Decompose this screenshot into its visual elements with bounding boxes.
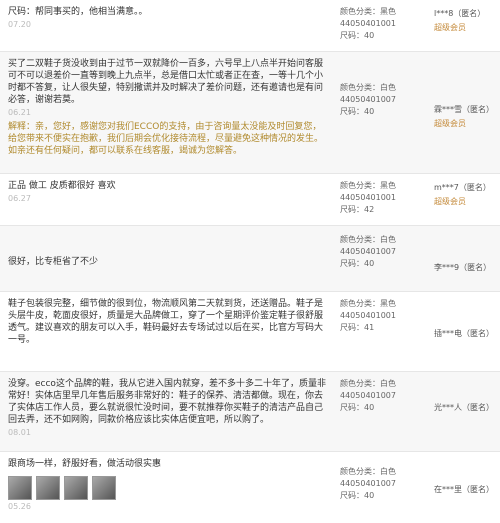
reviewer-name[interactable]: l***8（匿名） <box>434 8 498 20</box>
sku-size: 尺码：40 <box>340 31 375 40</box>
sku-size: 尺码：40 <box>340 403 375 412</box>
review-date: 07.20 <box>8 20 31 29</box>
review-text: 很好，比专柜省了不少 <box>8 257 99 267</box>
sku-color: 颜色分类：黑色 <box>340 7 396 16</box>
sku-color: 颜色分类：黑色 <box>340 181 396 190</box>
review-text: 鞋子包装很完整，细节做的很到位，物流顺风第二天就到货，还送赠品。鞋子是头层牛皮，… <box>8 299 324 345</box>
reviewer-name[interactable]: 插***电（匿名） <box>434 328 498 340</box>
member-badge: 超级会员 <box>434 119 466 128</box>
seller-reply: 解释：亲，您好，感谢您对我们ECCO的支持，由于咨询量太没能及时回复您，给您带来… <box>8 122 324 156</box>
reviewer-name[interactable]: 李***9（匿名） <box>434 262 498 274</box>
sku-color: 颜色分类：黑色 <box>340 299 396 308</box>
sku-code: 44050401007 <box>340 247 396 256</box>
review-date: 05.26 <box>8 502 31 511</box>
photo-thumbnails <box>8 476 326 500</box>
sku-code: 44050401001 <box>340 193 396 202</box>
sku-size: 尺码：41 <box>340 323 375 332</box>
review-row: 跟商场一样，舒服好看，做活动很实惠 05.26 颜色分类：白色 44050401… <box>0 452 500 523</box>
sku-size: 尺码：40 <box>340 491 375 500</box>
member-badge: 超级会员 <box>434 23 466 32</box>
review-text: 尺码：帮同事买的，他相当满意。。 <box>8 7 148 17</box>
review-date: 06.27 <box>8 194 31 203</box>
review-row: 没穿。ecco这个品牌的鞋，我从它进入国内就穿，差不多十多二十年了，质量非常好！… <box>0 372 500 452</box>
review-row: 尺码：帮同事买的，他相当满意。。 07.20 颜色分类：黑色 440504010… <box>0 0 500 52</box>
sku-color: 颜色分类：白色 <box>340 467 396 476</box>
reviewer-name[interactable]: 光***人（匿名） <box>434 402 498 414</box>
sku-color: 颜色分类：白色 <box>340 83 396 92</box>
reviewer-name[interactable]: 在***里（匿名） <box>434 484 498 496</box>
review-row: 很好，比专柜省了不少 颜色分类：白色 44050401007 尺码：40 李**… <box>0 226 500 292</box>
sku-size: 尺码：42 <box>340 205 375 214</box>
review-photo[interactable] <box>92 476 116 500</box>
sku-color: 颜色分类：白色 <box>340 235 396 244</box>
review-text: 没穿。ecco这个品牌的鞋，我从它进入国内就穿，差不多十多二十年了，质量非常好！… <box>8 379 326 425</box>
review-text: 跟商场一样，舒服好看，做活动很实惠 <box>8 459 162 469</box>
review-row: 正品 做工 皮质都很好 喜欢 06.27 颜色分类：黑色 44050401001… <box>0 174 500 226</box>
sku-code: 44050401007 <box>340 95 396 104</box>
sku-code: 44050401001 <box>340 311 396 320</box>
review-text: 买了二双鞋子货没收到由于过节一双就降价一百多，六号早上八点半开始问客服可不可以退… <box>8 59 324 105</box>
sku-size: 尺码：40 <box>340 107 375 116</box>
review-date: 06.21 <box>8 108 31 117</box>
review-row: 鞋子包装很完整，细节做的很到位，物流顺风第二天就到货，还送赠品。鞋子是头层牛皮，… <box>0 292 500 372</box>
sku-code: 44050401007 <box>340 479 396 488</box>
member-badge: 超级会员 <box>434 197 466 206</box>
reviewer-name[interactable]: m***7（匿名） <box>434 182 498 194</box>
sku-code: 44050401001 <box>340 19 396 28</box>
sku-size: 尺码：40 <box>340 259 375 268</box>
review-date: 08.01 <box>8 428 31 437</box>
reviewer-name[interactable]: 霖***雪（匿名） <box>434 104 498 116</box>
review-photo[interactable] <box>8 476 32 500</box>
review-text: 正品 做工 皮质都很好 喜欢 <box>8 181 116 191</box>
review-photo[interactable] <box>36 476 60 500</box>
review-row: 买了二双鞋子货没收到由于过节一双就降价一百多，六号早上八点半开始问客服可不可以退… <box>0 52 500 174</box>
sku-color: 颜色分类：白色 <box>340 379 396 388</box>
sku-code: 44050401007 <box>340 391 396 400</box>
review-list: 尺码：帮同事买的，他相当满意。。 07.20 颜色分类：黑色 440504010… <box>0 0 500 523</box>
review-photo[interactable] <box>64 476 88 500</box>
